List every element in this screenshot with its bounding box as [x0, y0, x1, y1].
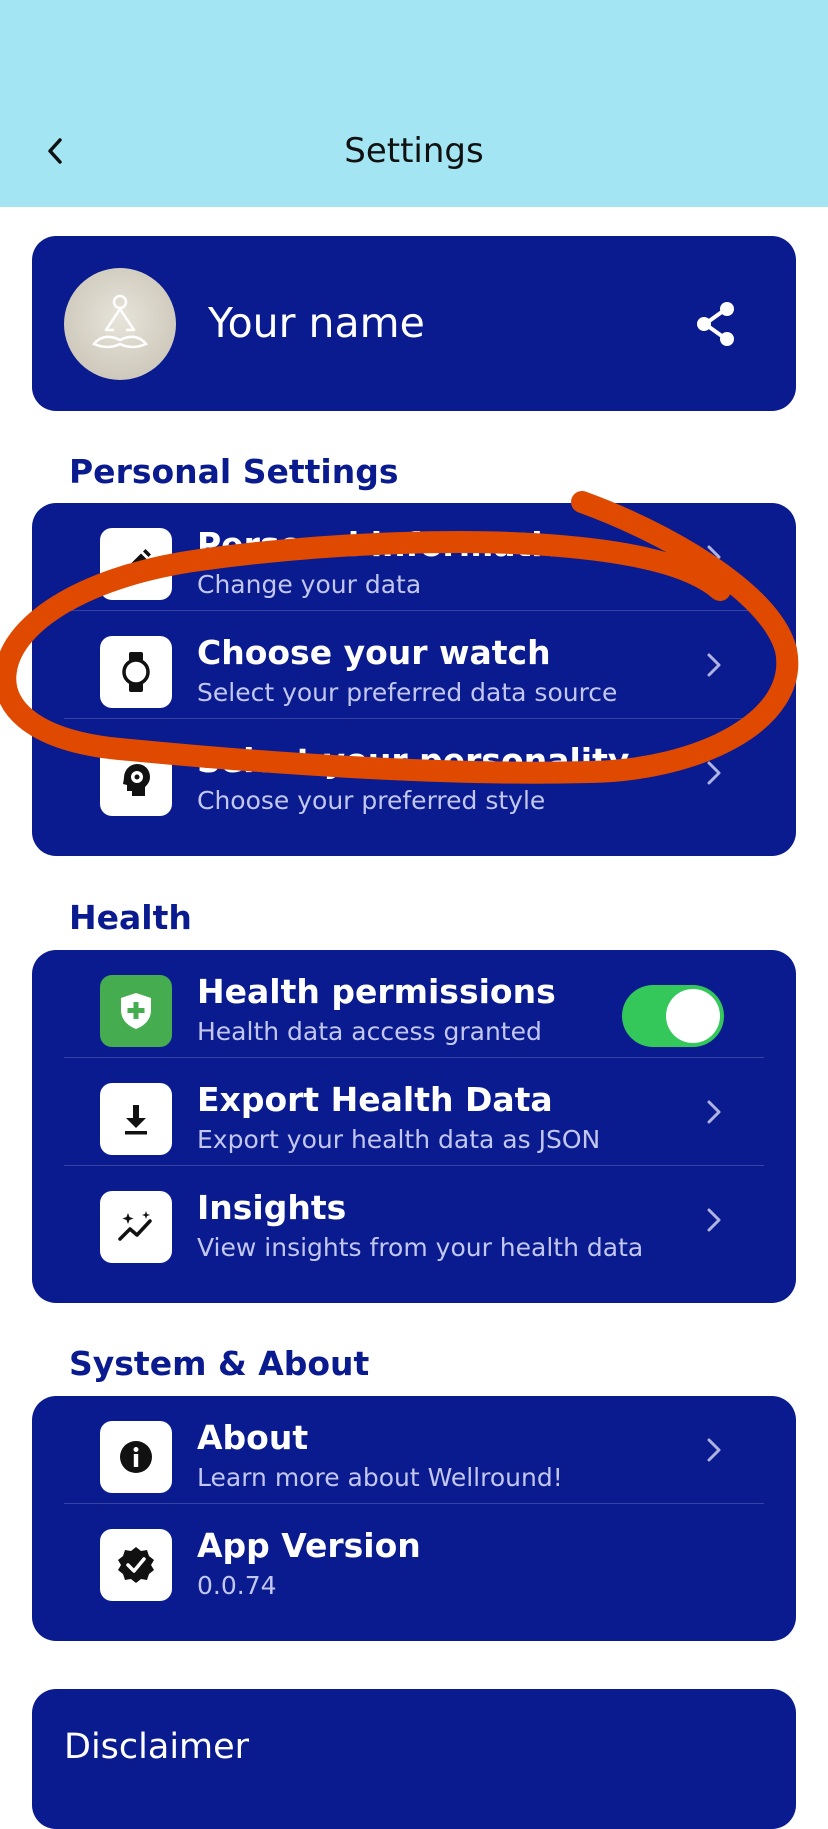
health-permissions-toggle[interactable] — [622, 985, 724, 1047]
chevron-right-icon — [707, 761, 721, 785]
disclaimer-title: Disclaimer — [64, 1727, 250, 1767]
settings-item-export-health-data[interactable]: Export Health Data Export your health da… — [64, 1058, 764, 1166]
row-icon-box — [100, 528, 172, 600]
settings-item-health-permissions: Health permissions Health data access gr… — [64, 950, 764, 1058]
meditation-icon — [91, 294, 149, 349]
page-title: Settings — [344, 131, 484, 171]
item-subtitle: Export your health data as JSON — [197, 1125, 601, 1154]
chevron-right-icon — [707, 653, 721, 677]
watch-icon — [122, 652, 150, 692]
row-icon-box — [100, 1529, 172, 1601]
row-icon-box — [100, 1421, 172, 1493]
profile-card[interactable]: Your name — [32, 236, 796, 411]
item-title: Choose your watch — [197, 633, 551, 672]
chevron-right-icon — [707, 1100, 721, 1124]
item-subtitle: View insights from your health data — [197, 1233, 644, 1262]
toggle-knob — [666, 989, 720, 1043]
item-title: Select your personality — [197, 741, 630, 780]
row-icon-box — [100, 1083, 172, 1155]
info-icon — [120, 1441, 152, 1473]
item-title: About — [197, 1418, 309, 1457]
row-icon-box — [100, 744, 172, 816]
chevron-right-icon — [707, 1208, 721, 1232]
disclaimer-card[interactable]: Disclaimer — [32, 1689, 796, 1829]
shield-plus-icon — [121, 993, 151, 1029]
item-subtitle: Select your preferred data source — [197, 678, 618, 707]
settings-item-personality[interactable]: Select your personality Choose your pref… — [64, 719, 764, 827]
settings-item-app-version: App Version 0.0.74 — [64, 1504, 764, 1612]
row-icon-box — [100, 975, 172, 1047]
row-icon-box — [100, 636, 172, 708]
item-title: Personal information — [197, 525, 589, 564]
verified-badge-icon — [118, 1547, 154, 1583]
item-subtitle: Health data access granted — [197, 1017, 542, 1046]
settings-item-choose-watch[interactable]: Choose your watch Select your preferred … — [64, 611, 764, 719]
item-title: Insights — [197, 1188, 347, 1227]
section-title-health: Health — [69, 898, 192, 937]
settings-item-about[interactable]: About Learn more about Wellround! — [64, 1396, 764, 1504]
item-title: Health permissions — [197, 972, 556, 1011]
item-subtitle: Learn more about Wellround! — [197, 1463, 563, 1492]
item-subtitle: Choose your preferred style — [197, 786, 546, 815]
top-bar: Settings — [0, 0, 828, 207]
chevron-right-icon — [707, 1438, 721, 1462]
section-title-personal: Personal Settings — [69, 452, 399, 491]
settings-item-insights[interactable]: Insights View insights from your health … — [64, 1166, 764, 1274]
pencil-icon — [124, 549, 151, 576]
section-title-system: System & About — [69, 1344, 370, 1383]
profile-name[interactable]: Your name — [208, 236, 425, 411]
share-icon — [697, 302, 734, 346]
system-card: About Learn more about Wellround! App Ve… — [32, 1396, 796, 1641]
health-card: Health permissions Health data access gr… — [32, 950, 796, 1303]
head-gear-icon — [123, 764, 150, 796]
personal-settings-card: Personal information Change your data Ch… — [32, 503, 796, 856]
download-icon — [125, 1105, 147, 1135]
row-icon-box — [100, 1191, 172, 1263]
share-button[interactable] — [692, 296, 740, 352]
item-title: Export Health Data — [197, 1080, 553, 1119]
avatar — [64, 268, 176, 380]
settings-item-personal-information[interactable]: Personal information Change your data — [64, 503, 764, 611]
insights-icon — [118, 1211, 152, 1241]
item-subtitle: Change your data — [197, 570, 422, 599]
chevron-right-icon — [707, 545, 721, 569]
item-title: App Version — [197, 1526, 421, 1565]
app-version-value: 0.0.74 — [197, 1571, 277, 1600]
